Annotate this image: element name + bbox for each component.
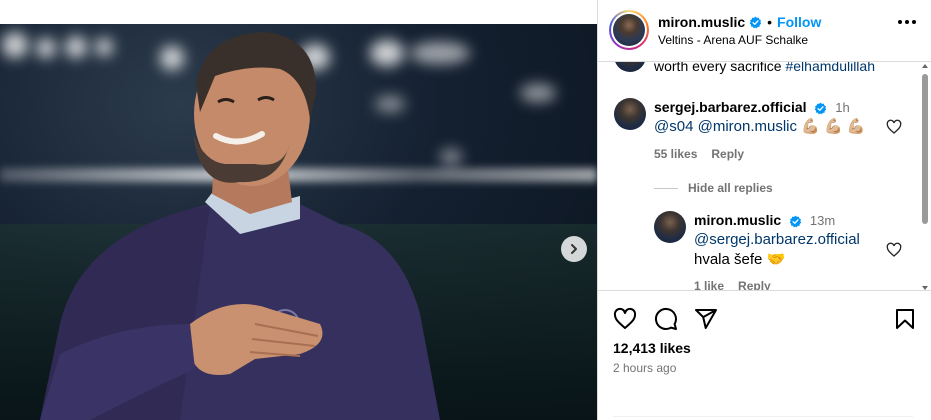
reply-reply-button[interactable]: Reply	[738, 279, 771, 290]
reply-username[interactable]: miron.muslic	[694, 212, 781, 228]
author-avatar[interactable]	[609, 10, 649, 50]
more-dots-icon	[898, 20, 902, 24]
comment-avatar[interactable]	[614, 98, 646, 130]
heart-icon[interactable]	[613, 307, 637, 331]
author-username[interactable]: miron.muslic	[658, 14, 745, 30]
comment-time[interactable]: 1h	[835, 100, 849, 115]
comment-text: worth every sacrifice	[654, 62, 786, 74]
mention-link[interactable]: @s04	[654, 118, 693, 135]
verified-badge-icon	[789, 215, 802, 228]
comments-scrollbar[interactable]	[921, 64, 929, 290]
reply-meta: 1 like Reply	[694, 279, 771, 290]
reply-text: hvala šefe	[694, 251, 763, 268]
more-options-button[interactable]	[898, 20, 916, 24]
comment-username[interactable]: sergej.barbarez.official	[654, 99, 807, 115]
reply-header: miron.muslic 13m	[694, 210, 835, 231]
comment-emoji: 💪🏼 💪🏼 💪🏼	[801, 118, 866, 135]
comment-meta: 55 likes Reply	[654, 147, 744, 161]
mention-link[interactable]: @miron.muslic	[698, 118, 797, 135]
reply-likes[interactable]: 1 like	[694, 279, 724, 290]
verified-badge-icon	[749, 16, 762, 28]
reply-body: hvala šefe 🤝	[694, 250, 785, 270]
bookmark-icon[interactable]	[893, 307, 917, 331]
post-side-panel: miron.muslic • Follow Veltins - Arena AU…	[597, 0, 931, 420]
post-photo[interactable]	[0, 24, 597, 420]
post-actions: 12,413 likes 2 hours ago	[598, 290, 931, 420]
scroll-thumb[interactable]	[922, 74, 928, 224]
hashtag-link[interactable]: #elhamdulillah	[785, 62, 875, 74]
comment-reply-button[interactable]: Reply	[711, 147, 744, 161]
likes-count[interactable]: 12,413 likes	[613, 340, 691, 356]
post-location[interactable]: Veltins - Arena AUF Schalke	[658, 33, 808, 47]
verified-badge-icon	[815, 102, 827, 115]
chevron-right-icon	[571, 244, 577, 254]
reply-avatar[interactable]	[654, 211, 686, 243]
replies-divider	[654, 187, 678, 189]
reply-time[interactable]: 13m	[810, 213, 835, 228]
reply-emoji: 🤝	[766, 251, 786, 268]
header-separator: •	[767, 14, 773, 30]
hide-replies-button[interactable]: Hide all replies	[654, 181, 773, 195]
divider	[613, 416, 913, 417]
post-header: miron.muslic • Follow Veltins - Arena AU…	[598, 0, 931, 62]
comment-likes[interactable]: 55 likes	[654, 147, 697, 161]
share-icon[interactable]	[694, 307, 718, 331]
mention-link[interactable]: @sergej.barbarez.official	[694, 231, 860, 248]
comment-like-heart-icon[interactable]	[886, 119, 902, 135]
reply-mention-line: @sergej.barbarez.official	[694, 230, 860, 250]
comments-list: worth every sacrifice #elhamdulillah ser…	[598, 62, 931, 290]
comment-avatar[interactable]	[614, 62, 646, 72]
reply-like-heart-icon[interactable]	[886, 242, 902, 258]
hide-replies-label: Hide all replies	[688, 181, 773, 195]
coach-figure	[40, 32, 440, 420]
comment-header: sergej.barbarez.official 1h	[654, 97, 850, 118]
next-slide-button[interactable]	[561, 236, 587, 262]
comment-icon[interactable]	[654, 307, 678, 331]
scroll-up-arrow[interactable]	[922, 64, 928, 68]
post-time-ago[interactable]: 2 hours ago	[613, 361, 676, 375]
comment-body: @s04 @miron.muslic 💪🏼 💪🏼 💪🏼	[654, 117, 866, 137]
follow-button[interactable]: Follow	[777, 14, 821, 30]
comment-partial: worth every sacrifice #elhamdulillah	[654, 62, 875, 76]
